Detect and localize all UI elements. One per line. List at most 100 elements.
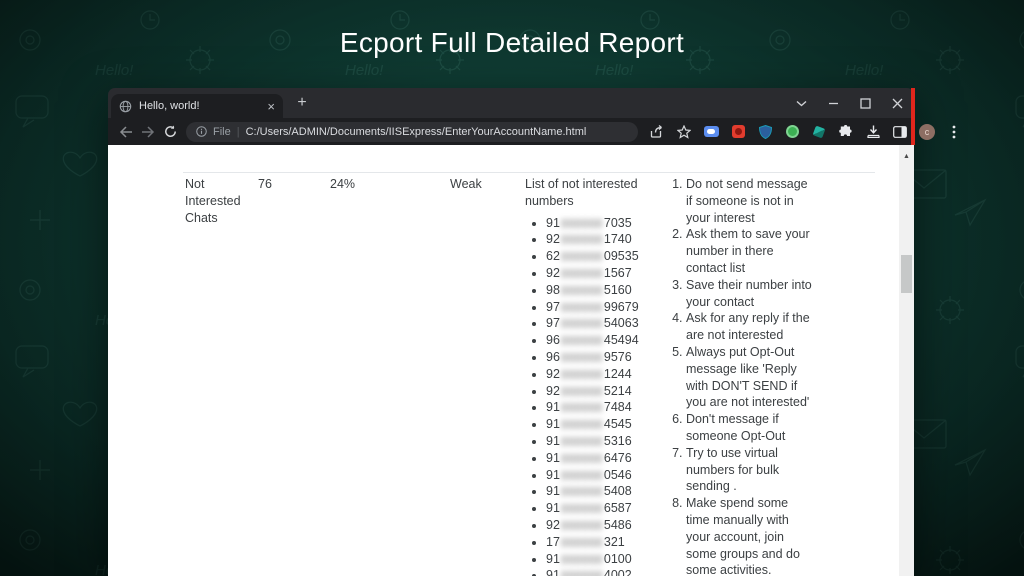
table-row-border (183, 172, 875, 173)
phone-suffix: 321 (604, 535, 625, 549)
phone-prefix: 91 (546, 468, 560, 482)
address-bar[interactable]: File | C:/Users/ADMIN/Documents/IISExpre… (186, 122, 638, 142)
phone-suffix: 4545 (604, 417, 632, 431)
phone-prefix: 91 (546, 568, 560, 576)
phone-suffix: 0100 (604, 552, 632, 566)
extension-teal-icon[interactable] (810, 123, 828, 141)
suggestion-item: Ask them to save your number in there co… (686, 226, 814, 276)
phone-number-item: 92888888885486 (546, 517, 649, 534)
suggestion-item: Ask for any reply if the are not interes… (686, 310, 814, 344)
phone-number-item: 91888888880100 (546, 551, 649, 568)
phone-prefix: 92 (546, 367, 560, 381)
phone-redacted-blur: 88888888 (561, 266, 603, 279)
phone-number-item: 968888888845494 (546, 332, 649, 349)
maximize-icon[interactable] (859, 97, 872, 110)
browser-toolbar: File | C:/Users/ADMIN/Documents/IISExpre… (108, 118, 914, 145)
chevron-down-icon[interactable] (795, 97, 808, 110)
phone-number-item: 91888888885316 (546, 433, 649, 450)
window-edge-accent (911, 88, 915, 145)
forward-icon[interactable] (137, 121, 159, 143)
window-controls (795, 88, 904, 118)
phone-prefix: 91 (546, 216, 560, 230)
extension-red-icon[interactable] (729, 123, 747, 141)
extension-shield-icon[interactable] (756, 123, 774, 141)
phone-prefix: 92 (546, 266, 560, 280)
reload-icon[interactable] (159, 121, 181, 143)
phone-prefix: 62 (546, 249, 560, 263)
phone-suffix: 5486 (604, 518, 632, 532)
scroll-up-icon[interactable]: ▲ (899, 145, 914, 166)
phone-number-item: 91888888884545 (546, 416, 649, 433)
menu-kebab-icon[interactable] (945, 123, 963, 141)
phone-suffix: 6587 (604, 501, 632, 515)
bookmark-star-icon[interactable] (675, 123, 693, 141)
phone-suffix: 5408 (604, 484, 632, 498)
info-icon[interactable] (196, 126, 207, 137)
phone-prefix: 97 (546, 316, 560, 330)
close-window-icon[interactable] (891, 97, 904, 110)
scrollbar-thumb[interactable] (901, 255, 912, 293)
phone-redacted-blur: 88888888 (561, 216, 603, 229)
phone-number-item: 91888888884002 (546, 567, 649, 576)
phone-suffix: 1567 (604, 266, 632, 280)
phone-suffix: 1244 (604, 367, 632, 381)
back-icon[interactable] (115, 121, 137, 143)
phone-number-item: 91888888886476 (546, 450, 649, 467)
phone-suffix: 4002 (604, 568, 632, 576)
suggestion-item: Do not send message if someone is not in… (686, 176, 814, 226)
extensions-puzzle-icon[interactable] (837, 123, 855, 141)
phone-number-item: 978888888854063 (546, 315, 649, 332)
phone-number-item: 96888888889576 (546, 349, 649, 366)
phone-suffix: 5316 (604, 434, 632, 448)
phone-redacted-blur: 88888888 (561, 400, 603, 413)
phone-number-item: 91888888885408 (546, 483, 649, 500)
phone-prefix: 92 (546, 232, 560, 246)
phone-suffix: 1740 (604, 232, 632, 246)
phone-prefix: 91 (546, 552, 560, 566)
share-icon[interactable] (648, 123, 666, 141)
phone-suffix: 6476 (604, 451, 632, 465)
side-panel-icon[interactable] (891, 123, 909, 141)
browser-window: Hello, world! × + (108, 88, 914, 576)
phone-redacted-blur: 88888888 (561, 417, 603, 430)
suggestion-item: Make spend some time manually with your … (686, 495, 814, 576)
phone-redacted-blur: 88888888 (561, 316, 603, 329)
phone-prefix: 91 (546, 451, 560, 465)
toolbar-icons: c (648, 123, 963, 141)
minimize-icon[interactable] (827, 97, 840, 110)
numbers-list: 9188888888703592888888881740628888888809… (525, 215, 649, 576)
phone-suffix: 7035 (604, 216, 632, 230)
report-page: Not Interested Chats 76 24% Weak List of… (108, 145, 914, 576)
phone-suffix: 09535 (604, 249, 639, 263)
profile-avatar[interactable]: c (918, 123, 936, 141)
phone-redacted-blur: 88888888 (561, 249, 603, 262)
phone-suffix: 5160 (604, 283, 632, 297)
phone-redacted-blur: 88888888 (561, 552, 603, 565)
page-scrollbar[interactable]: ▲ (899, 145, 914, 576)
phone-number-item: 92888888881567 (546, 265, 649, 282)
browser-tab[interactable]: Hello, world! × (111, 94, 283, 118)
numbers-column: List of not interested numbers 918888888… (525, 176, 649, 576)
phone-redacted-blur: 88888888 (561, 568, 603, 576)
numbers-heading: List of not interested numbers (525, 176, 649, 210)
avatar-initial: c (919, 124, 935, 140)
phone-redacted-blur: 88888888 (561, 333, 603, 346)
phone-prefix: 91 (546, 400, 560, 414)
phone-number-item: 978888888899679 (546, 299, 649, 316)
downloads-icon[interactable] (864, 123, 882, 141)
phone-redacted-blur: 88888888 (561, 535, 603, 548)
url-scheme-label: File (213, 126, 231, 138)
row-strength: Weak (450, 176, 482, 193)
phone-suffix: 9576 (604, 350, 632, 364)
phone-redacted-blur: 88888888 (561, 468, 603, 481)
phone-suffix: 7484 (604, 400, 632, 414)
phone-redacted-blur: 88888888 (561, 451, 603, 464)
phone-number-item: 92888888881740 (546, 231, 649, 248)
phone-prefix: 98 (546, 283, 560, 297)
tab-close-icon[interactable]: × (267, 100, 275, 113)
extension-green-icon[interactable] (783, 123, 801, 141)
phone-suffix: 45494 (604, 333, 639, 347)
extension-blue-icon[interactable] (702, 123, 720, 141)
suggestions-list: Do not send message if someone is not in… (660, 176, 814, 576)
new-tab-button[interactable]: + (291, 92, 313, 114)
